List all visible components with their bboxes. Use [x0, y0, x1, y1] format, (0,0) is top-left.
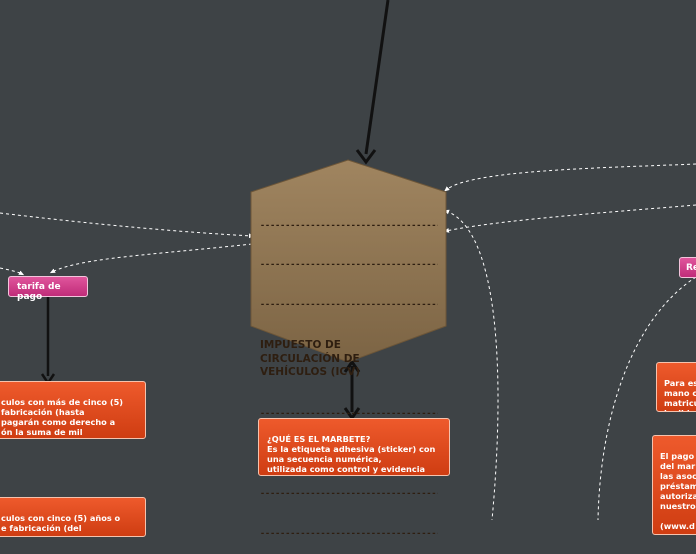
left-node-text: culos con más de cinco (5) fabricación (…	[1, 397, 124, 438]
dash-line: ----------------------------------------…	[260, 219, 438, 230]
marbete-text: ¿QUÉ ES EL MARBETE? Es la etiqueta adhes…	[267, 434, 436, 475]
tarifa-connector	[40, 296, 56, 386]
right-node-pago[interactable]: El pago del mar las asoc préstam autoriz…	[652, 435, 696, 535]
left-node-more-than-five[interactable]: culos con más de cinco (5) fabricación (…	[0, 381, 146, 439]
right-pink-node[interactable]: Re	[679, 257, 696, 278]
tarifa-node[interactable]: tarifa de pago	[8, 276, 88, 302]
central-node-text: ----------------------------------- -----…	[260, 192, 438, 554]
right-node-text: Para es mano c matricu legible	[664, 378, 696, 411]
left-node-five-or-less[interactable]: culos con cinco (5) años o e fabricación…	[0, 497, 146, 537]
central-title: IMPUESTO DE CIRCULACIÓN DE VEHÍCULOS (IC…	[260, 339, 361, 379]
right-node-text: El pago del mar las asoc préstam autoriz…	[660, 451, 696, 531]
dash-line: ----------------------------------------…	[260, 259, 438, 270]
left-node-text: culos con cinco (5) años o e fabricación…	[1, 513, 121, 533]
dash-line: ----------------------------------------…	[260, 488, 438, 499]
right-node-para[interactable]: Para es mano c matricu legible	[656, 362, 696, 412]
parent-connector	[355, 0, 390, 165]
right-pink-label: Re	[686, 263, 696, 273]
marbete-node[interactable]: ¿QUÉ ES EL MARBETE? Es la etiqueta adhes…	[258, 418, 450, 476]
dash-line: ----------------------------------------…	[260, 528, 438, 539]
dash-line: ----------------------------------------…	[260, 299, 438, 310]
